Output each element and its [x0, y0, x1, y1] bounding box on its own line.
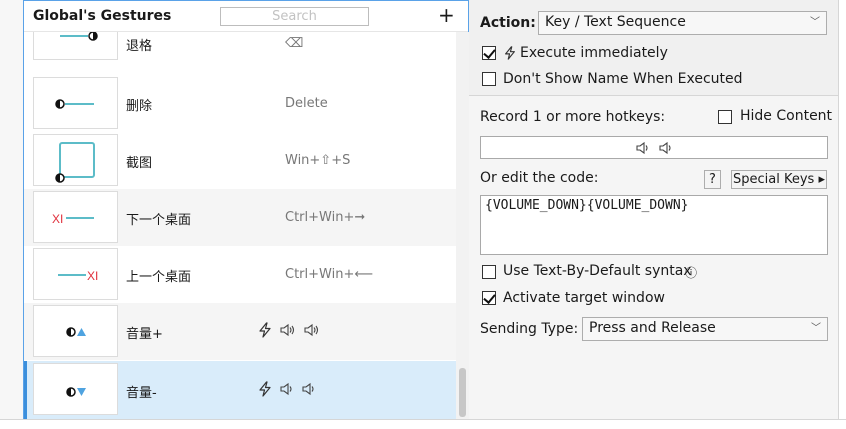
- gesture-row[interactable]: 音量+: [24, 303, 456, 360]
- gesture-thumbnail: XI: [33, 248, 118, 300]
- panel-header: Global's Gestures Search +: [24, 1, 468, 32]
- record-hotkeys-label: Record 1 or more hotkeys:: [480, 109, 666, 125]
- window-edge: [838, 0, 846, 429]
- gesture-thumbnail: [33, 363, 118, 415]
- volume-down-icon: [302, 382, 314, 396]
- volume-down-icon: [280, 382, 292, 396]
- gesture-action-icons: [257, 322, 321, 338]
- search-input[interactable]: Search: [220, 7, 369, 26]
- hotkey-settings: Record 1 or more hotkeys: Hide Content O…: [469, 96, 839, 419]
- gesture-name: 下一个桌面: [126, 213, 192, 228]
- gesture-name: 上一个桌面: [126, 270, 192, 285]
- info-icon[interactable]: ⓘ: [685, 264, 697, 281]
- volume-down-icon: [636, 141, 648, 155]
- dont-show-name-label: Don't Show Name When Executed: [503, 71, 743, 87]
- sending-type-value: Press and Release: [589, 320, 716, 336]
- left-edge-strip: [0, 0, 24, 429]
- execute-immediately-label: Execute immediately: [520, 45, 668, 61]
- gestures-panel: Global's Gestures Search + 退格 ⌫ 删除 Delet…: [23, 0, 469, 419]
- gesture-action: Ctrl+Win+⟵: [285, 267, 373, 282]
- gesture-row[interactable]: 截图 Win+⇧+S: [24, 132, 456, 189]
- lightning-icon: [259, 381, 271, 397]
- lightning-icon: [259, 322, 271, 338]
- gesture-thumbnail: [33, 305, 118, 357]
- hide-content-checkbox[interactable]: [718, 110, 732, 124]
- gesture-thumbnail: [33, 134, 118, 186]
- svg-text:XI: XI: [52, 212, 63, 226]
- gesture-name: 退格: [126, 39, 153, 54]
- scrollbar-thumb[interactable]: [459, 368, 466, 417]
- activate-window-label: Activate target window: [503, 290, 665, 306]
- gesture-thumbnail: [33, 77, 118, 129]
- gesture-name: 音量-: [126, 386, 157, 401]
- gesture-row[interactable]: XI 下一个桌面 Ctrl+Win+➞: [24, 189, 456, 246]
- gesture-action: ⌫: [285, 36, 304, 51]
- volume-down-icon: [659, 141, 671, 155]
- list-scrollbar[interactable]: [456, 32, 469, 419]
- special-keys-button[interactable]: Special Keys ▸: [731, 170, 827, 189]
- dont-show-name-checkbox[interactable]: [482, 72, 496, 86]
- activate-window-checkbox[interactable]: [482, 291, 496, 305]
- gesture-name: 删除: [126, 99, 153, 114]
- lightning-icon: [505, 46, 515, 60]
- action-select[interactable]: Key / Text Sequence ﹀: [538, 11, 827, 35]
- execute-immediately-checkbox[interactable]: [482, 46, 496, 60]
- gesture-row[interactable]: XI 上一个桌面 Ctrl+Win+⟵: [24, 246, 456, 303]
- gesture-thumbnail: [33, 32, 118, 60]
- gesture-action: Ctrl+Win+➞: [285, 210, 366, 225]
- code-editor[interactable]: {VOLUME_DOWN}{VOLUME_DOWN}: [480, 195, 828, 255]
- action-label: Action:: [480, 15, 536, 31]
- volume-up-icon: [280, 323, 295, 337]
- gesture-action: Delete: [285, 96, 328, 111]
- add-gesture-button[interactable]: +: [438, 3, 455, 27]
- gesture-name: 音量+: [126, 327, 163, 342]
- gesture-row[interactable]: 退格 ⌫: [24, 32, 456, 63]
- volume-up-icon: [304, 323, 319, 337]
- sending-type-select[interactable]: Press and Release ﹀: [582, 317, 828, 341]
- help-button[interactable]: ?: [704, 170, 721, 189]
- hotkey-record-field[interactable]: [480, 136, 828, 159]
- gesture-list: 退格 ⌫ 删除 Delete 截图 Win+⇧+S XI 下一个桌面 Ctrl+…: [24, 32, 456, 419]
- edit-code-label: Or edit the code:: [480, 170, 599, 186]
- gesture-action: Win+⇧+S: [285, 153, 351, 168]
- text-by-default-label: Use Text-By-Default syntax: [503, 263, 692, 279]
- gesture-action-icons: [257, 381, 317, 397]
- chevron-down-icon: ﹀: [810, 17, 820, 28]
- chevron-down-icon: ﹀: [811, 323, 821, 334]
- hide-content-label: Hide Content: [740, 108, 833, 124]
- gesture-name: 截图: [126, 156, 153, 171]
- sending-type-label: Sending Type:: [480, 321, 579, 337]
- text-by-default-checkbox[interactable]: [482, 265, 496, 279]
- action-select-value: Key / Text Sequence: [545, 14, 686, 30]
- gesture-thumbnail: XI: [33, 191, 118, 243]
- gesture-row-selected[interactable]: 音量-: [24, 361, 456, 419]
- bottom-edge: [0, 419, 846, 429]
- svg-text:XI: XI: [87, 269, 98, 283]
- panel-title: Global's Gestures: [33, 8, 172, 24]
- gesture-row[interactable]: 删除 Delete: [24, 75, 456, 132]
